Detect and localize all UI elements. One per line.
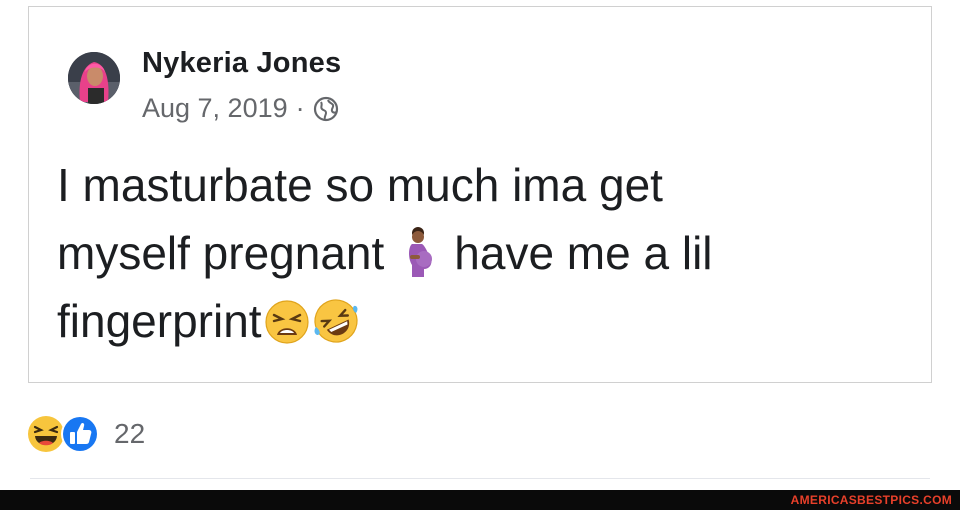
author-avatar[interactable] [68, 52, 120, 104]
reaction-count[interactable]: 22 [114, 418, 145, 450]
post-text-line-3: fingerprint [57, 287, 907, 355]
rolling-on-floor-laughing-emoji [313, 299, 358, 343]
post-text-line-2: myself pregnant have me a lil [57, 219, 907, 287]
post-text: I masturbate so much ima get myself preg… [57, 151, 907, 355]
meta-separator: · [295, 93, 305, 123]
post-text-segment: myself pregnant [57, 227, 385, 279]
post-text-line-1: I masturbate so much ima get [57, 159, 663, 211]
post-card: Nykeria Jones Aug 7, 2019 · I masturbate… [28, 6, 932, 383]
watermark-text: AMERICASBESTPICS.COM [790, 493, 952, 507]
post-date[interactable]: Aug 7, 2019 [142, 93, 288, 124]
avatar-photo-icon [68, 52, 120, 104]
pregnant-woman-emoji [409, 227, 433, 277]
globe-icon[interactable] [313, 96, 339, 122]
post-text-segment: have me a lil [454, 227, 713, 279]
like-reaction-icon [61, 415, 99, 453]
watermark-bar: AMERICASBESTPICS.COM [0, 490, 960, 510]
reaction-icons[interactable] [26, 414, 104, 454]
post-meta: Aug 7, 2019 · [142, 93, 339, 124]
post-text-segment: fingerprint [57, 295, 262, 347]
weary-face-emoji [264, 300, 309, 344]
author-name[interactable]: Nykeria Jones [142, 47, 341, 80]
reaction-summary[interactable]: 22 [26, 414, 145, 454]
divider [30, 478, 930, 479]
